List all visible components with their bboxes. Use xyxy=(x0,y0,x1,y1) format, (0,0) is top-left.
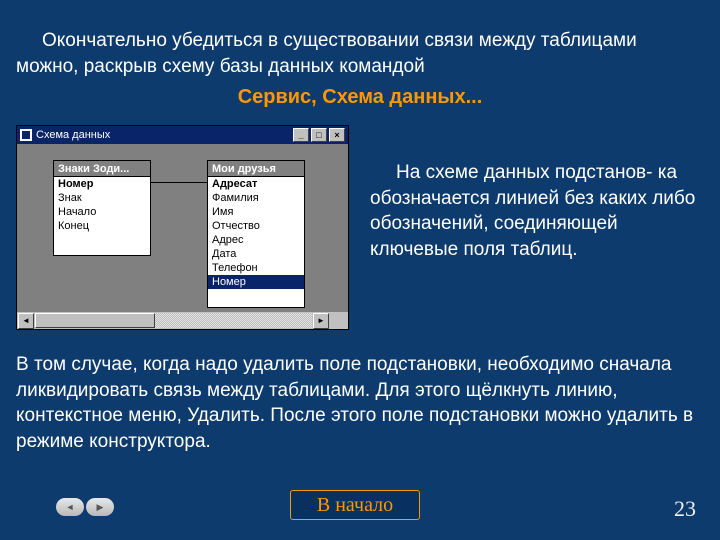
slide-nav: ◄ ▶ xyxy=(56,498,114,516)
field-row[interactable]: Конец xyxy=(54,219,150,233)
instructions-text: В том случае, когда надо удалить поле по… xyxy=(16,352,704,455)
window-titlebar[interactable]: Схема данных _ □ × xyxy=(17,126,348,144)
scroll-track[interactable] xyxy=(35,313,312,328)
scroll-left-button[interactable]: ◄ xyxy=(18,313,34,329)
scroll-corner xyxy=(331,313,347,329)
to-start-button[interactable]: В начало xyxy=(290,490,420,520)
field-row[interactable]: Знак xyxy=(54,191,150,205)
screenshot-schema-window: Схема данных _ □ × Знаки Зоди... НомерЗн… xyxy=(16,125,349,330)
field-row[interactable]: Адресат xyxy=(208,177,304,191)
menu-path-highlight: Сервис, Схема данных... xyxy=(0,86,720,109)
maximize-button[interactable]: □ xyxy=(311,128,327,142)
next-slide-button[interactable]: ▶ xyxy=(86,498,114,516)
horizontal-scrollbar[interactable]: ◄ ► xyxy=(17,311,348,329)
scroll-right-button[interactable]: ► xyxy=(313,313,329,329)
field-row[interactable]: Начало xyxy=(54,205,150,219)
field-row[interactable]: Телефон xyxy=(208,261,304,275)
prev-slide-button[interactable]: ◄ xyxy=(56,498,84,516)
intro-text: Окончательно убедиться в существовании с… xyxy=(16,28,704,79)
field-row[interactable]: Дата xyxy=(208,247,304,261)
field-row[interactable]: Номер xyxy=(54,177,150,191)
field-row[interactable]: Адрес xyxy=(208,233,304,247)
explanation-text: На схеме данных подстанов- ка обозначает… xyxy=(370,160,702,263)
minimize-button[interactable]: _ xyxy=(293,128,309,142)
table-friends[interactable]: Мои друзья АдресатФамилияИмяОтчествоАдре… xyxy=(207,160,305,308)
window-title: Схема данных xyxy=(36,129,110,141)
field-row[interactable]: Номер xyxy=(208,275,304,289)
field-row[interactable]: Фамилия xyxy=(208,191,304,205)
relationship-line[interactable] xyxy=(151,182,207,183)
field-row[interactable]: Отчество xyxy=(208,219,304,233)
relationship-canvas[interactable]: Знаки Зоди... НомерЗнакНачалоКонец Мои д… xyxy=(17,144,348,311)
table-zodiac-title: Знаки Зоди... xyxy=(54,161,150,177)
table-zodiac[interactable]: Знаки Зоди... НомерЗнакНачалоКонец xyxy=(53,160,151,256)
scroll-thumb[interactable] xyxy=(35,313,155,328)
table-friends-title: Мои друзья xyxy=(208,161,304,177)
page-number: 23 xyxy=(674,496,696,522)
field-row[interactable]: Имя xyxy=(208,205,304,219)
system-menu-icon[interactable] xyxy=(20,129,32,141)
close-button[interactable]: × xyxy=(329,128,345,142)
